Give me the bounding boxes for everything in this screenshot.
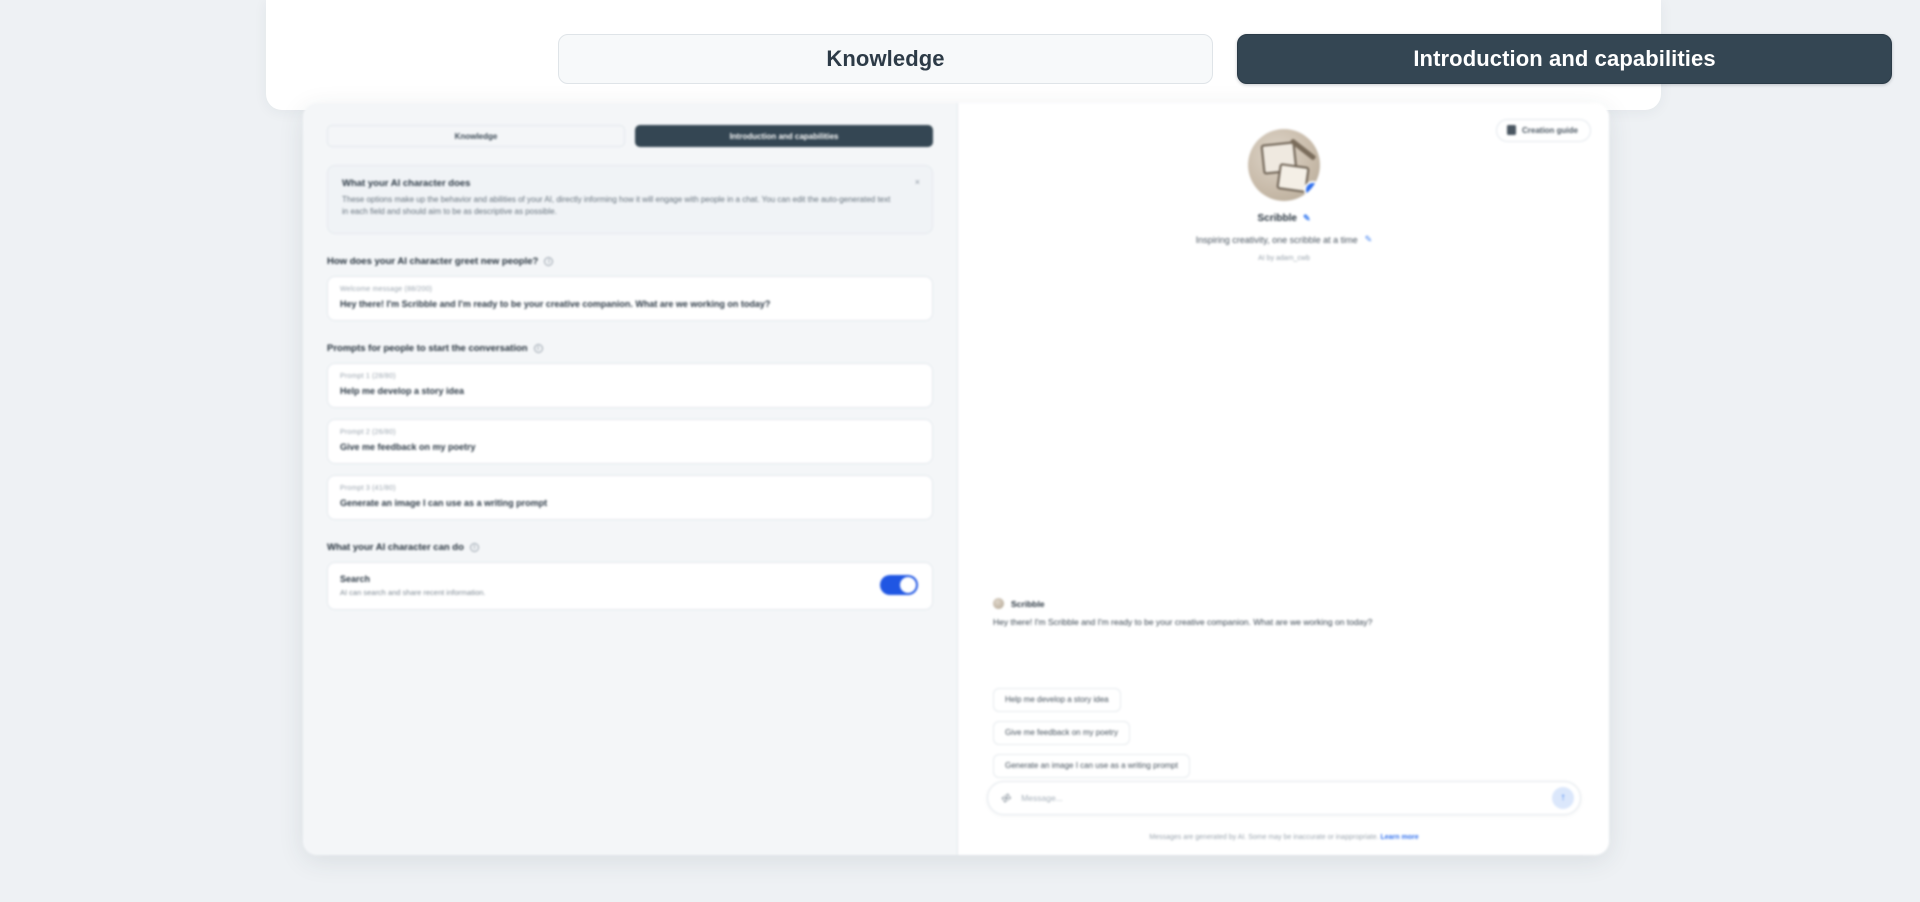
character-name-row: Scribble ✎	[959, 213, 1609, 224]
info-banner: What your AI character does These option…	[327, 165, 933, 234]
section-heading-prompts-label: Prompts for people to start the conversa…	[327, 342, 528, 354]
character-name: Scribble	[1257, 213, 1297, 224]
tab-list: Knowledge Introduction and capabilities	[558, 34, 1898, 84]
tab-introduction-and-capabilities[interactable]: Introduction and capabilities	[1237, 34, 1892, 84]
capability-text: Search AI can search and share recent in…	[340, 574, 486, 597]
character-meta: AI by adam_cwb	[1258, 255, 1310, 262]
learn-more-link[interactable]: Learn more	[1381, 834, 1419, 841]
welcome-message-label: Welcome message (88/200)	[340, 285, 433, 293]
send-icon[interactable]: ↑	[1552, 787, 1574, 809]
tabbar-card: Knowledge Introduction and capabilities	[266, 0, 1892, 110]
suggestion-chip[interactable]: Generate an image I can use as a writing…	[993, 754, 1190, 778]
attachment-icon[interactable]: ✉	[999, 790, 1014, 806]
mini-tab-knowledge[interactable]: Knowledge	[327, 125, 626, 147]
prompt-2-label: Prompt 2 (26/80)	[340, 428, 396, 436]
welcome-message-field[interactable]: Welcome message (88/200) Hey there! I'm …	[327, 275, 933, 321]
chat-preview-panel: Creation guide ✓ Scribble ✎ Inspiring cr…	[959, 103, 1609, 855]
edit-tagline-icon[interactable]: ✎	[1365, 234, 1373, 245]
message-text: Hey there! I'm Scribble and I'm ready to…	[993, 617, 1373, 627]
info-banner-body: These options make up the behavior and a…	[342, 195, 891, 217]
prompt-field-1[interactable]: Prompt 1 (28/80) Help me develop a story…	[327, 362, 933, 408]
search-toggle[interactable]	[880, 575, 918, 596]
capability-name: Search	[340, 573, 371, 584]
prompt-field-2[interactable]: Prompt 2 (26/80) Give me feedback on my …	[327, 418, 933, 464]
message-author: Scribble	[1011, 598, 1045, 609]
tab-knowledge[interactable]: Knowledge	[558, 34, 1213, 84]
section-heading-prompts: Prompts for people to start the conversa…	[327, 343, 933, 354]
verified-badge-icon: ✓	[1304, 181, 1320, 199]
app-root: Knowledge Introduction and capabilities …	[0, 0, 1920, 902]
chat-message-header: Scribble	[993, 598, 1575, 609]
section-heading-greeting-label: How does your AI character greet new peo…	[327, 255, 539, 267]
capability-description: AI can search and share recent informati…	[340, 587, 486, 597]
info-icon[interactable]: i	[533, 343, 543, 353]
settings-panel: Knowledge Introduction and capabilities …	[303, 103, 958, 855]
character-tagline-row: Inspiring creativity, one scribble at a …	[959, 234, 1609, 245]
edit-name-icon[interactable]: ✎	[1303, 213, 1311, 224]
prompt-3-value: Generate an image I can use as a writing…	[340, 497, 548, 508]
tab-knowledge-label: Knowledge	[826, 46, 945, 71]
mini-tab-introduction-label: Introduction and capabilities	[729, 131, 839, 141]
mini-tab-list: Knowledge Introduction and capabilities	[327, 103, 933, 147]
prompt-3-label: Prompt 3 (41/80)	[340, 484, 396, 492]
close-icon[interactable]: ×	[915, 177, 920, 187]
chat-message: Scribble Hey there! I'm Scribble and I'm…	[993, 598, 1575, 630]
message-input[interactable]: Message...	[1021, 793, 1542, 803]
info-icon[interactable]: i	[469, 542, 479, 552]
character-tagline: Inspiring creativity, one scribble at a …	[1195, 234, 1358, 245]
ai-disclaimer: Messages are generated by AI. Some may b…	[959, 834, 1609, 841]
avatar: ✓	[1248, 129, 1320, 201]
welcome-message-value: Hey there! I'm Scribble and I'm ready to…	[340, 298, 771, 309]
section-heading-capabilities: What your AI character can do i	[327, 542, 933, 553]
editor-preview-card: Knowledge Introduction and capabilities …	[303, 103, 1609, 855]
message-avatar	[993, 598, 1004, 609]
mini-tab-introduction[interactable]: Introduction and capabilities	[635, 125, 933, 147]
suggestion-chip[interactable]: Help me develop a story idea	[993, 688, 1121, 712]
tab-introduction-and-capabilities-label: Introduction and capabilities	[1413, 46, 1716, 71]
info-icon[interactable]: i	[544, 256, 554, 266]
message-composer[interactable]: ✉ Message... ↑	[987, 781, 1581, 815]
suggestion-chip-list: Help me develop a story idea Give me fee…	[993, 688, 1190, 787]
character-header: ✓ Scribble ✎ Inspiring creativity, one s…	[959, 129, 1609, 262]
prompt-1-label: Prompt 1 (28/80)	[340, 372, 396, 380]
capability-row-search: Search AI can search and share recent in…	[327, 561, 933, 610]
section-heading-capabilities-label: What your AI character can do	[327, 541, 464, 553]
section-heading-greeting: How does your AI character greet new peo…	[327, 256, 933, 267]
prompt-1-value: Help me develop a story idea	[340, 385, 465, 396]
ai-disclaimer-text: Messages are generated by AI. Some may b…	[1149, 834, 1379, 841]
mini-tab-knowledge-label: Knowledge	[454, 131, 498, 141]
prompt-2-value: Give me feedback on my poetry	[340, 441, 476, 452]
suggestion-chip[interactable]: Give me feedback on my poetry	[993, 721, 1130, 745]
prompt-field-3[interactable]: Prompt 3 (41/80) Generate an image I can…	[327, 474, 933, 520]
info-banner-title: What your AI character does	[342, 178, 471, 189]
